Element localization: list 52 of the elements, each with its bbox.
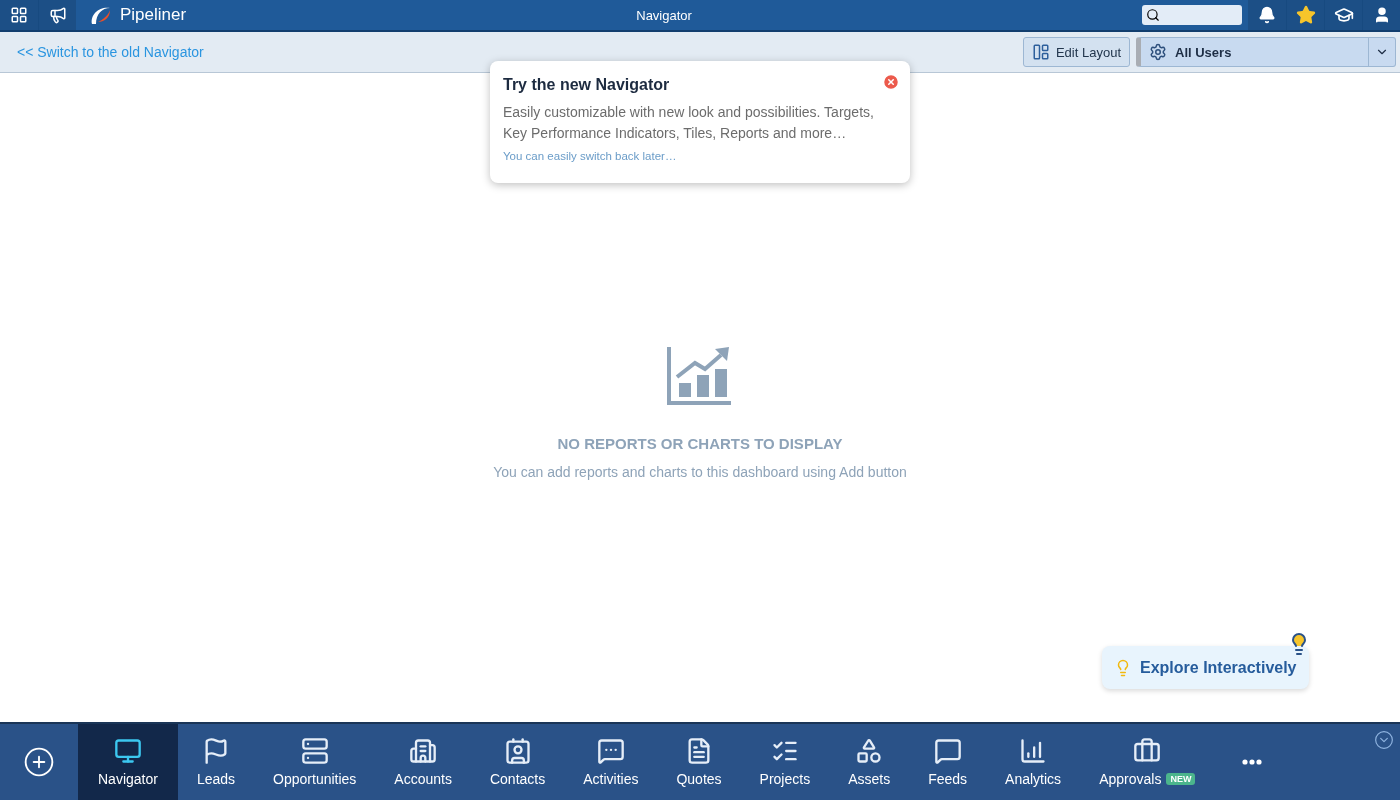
close-button[interactable]	[882, 73, 900, 91]
collapse-button[interactable]	[1374, 730, 1394, 750]
nav-item[interactable]: Opportunities	[254, 724, 376, 800]
nav-item[interactable]: Contacts	[470, 724, 565, 800]
bell-icon	[1258, 6, 1276, 24]
megaphone-button[interactable]	[38, 0, 76, 30]
nav-item[interactable]: Navigator	[78, 724, 178, 800]
empty-state-text: You can add reports and charts to this dashboard using Add button	[493, 464, 907, 480]
chevron-down-icon	[1374, 730, 1394, 750]
nav-item[interactable]: Accounts	[375, 724, 471, 800]
nav-item[interactable]: Analytics	[986, 724, 1081, 800]
popup-note: You can easily switch back later…	[503, 150, 678, 162]
id-card-icon	[503, 737, 532, 765]
edit-layout-button[interactable]: Edit Layout	[1022, 37, 1130, 67]
bell-button[interactable]	[1248, 0, 1286, 30]
search-field[interactable]	[1142, 5, 1242, 25]
nav-item[interactable]: Projects	[740, 724, 830, 800]
apps-grid-button[interactable]	[0, 0, 38, 30]
popup-body: Easily customizable with new look and possibilities. Targets, Key Performance Indicators, Tiles, Reports and more…	[503, 103, 875, 143]
nav-item[interactable]: Approvals NEW	[1080, 724, 1215, 800]
search-icon	[1146, 8, 1160, 22]
graduation-cap-icon	[1333, 5, 1354, 25]
user-button[interactable]	[1362, 0, 1400, 30]
shapes-icon	[855, 737, 884, 765]
chat-bubble-icon	[933, 737, 962, 765]
brand-name: Pipeliner	[120, 5, 187, 25]
nav-item[interactable]: Quotes	[657, 724, 741, 800]
nav-item[interactable]: Activities	[564, 724, 658, 800]
chat-icon	[596, 737, 625, 765]
new-badge: NEW	[1166, 773, 1196, 785]
buildings-icon	[409, 737, 438, 765]
briefcase-icon	[1133, 737, 1162, 765]
nav-item[interactable]: Feeds	[909, 724, 987, 800]
more-icon	[1242, 759, 1263, 765]
star-button[interactable]	[1286, 0, 1324, 30]
star-icon	[1295, 5, 1316, 25]
nav-item[interactable]: Leads	[177, 724, 255, 800]
plus-icon	[23, 746, 55, 778]
megaphone-icon	[48, 6, 67, 24]
graduation-cap-button[interactable]	[1324, 0, 1362, 30]
popup-title: Try the new Navigator	[503, 76, 670, 94]
chart-growth-icon	[667, 345, 733, 405]
empty-state-heading: NO REPORTS OR CHARTS TO DISPLAY	[557, 435, 843, 452]
close-icon	[882, 73, 900, 91]
bar-chart-icon	[1019, 737, 1048, 765]
grid-icon	[10, 6, 28, 24]
monitor-icon	[113, 737, 142, 765]
explore-interactively-button[interactable]: Explore Interactively	[1102, 646, 1309, 689]
stacked-bars-icon	[300, 737, 329, 765]
nav-item[interactable]: Assets	[829, 724, 910, 800]
user-filter-dropdown[interactable]: All Users	[1136, 37, 1396, 67]
page-title: Navigator	[635, 7, 693, 23]
